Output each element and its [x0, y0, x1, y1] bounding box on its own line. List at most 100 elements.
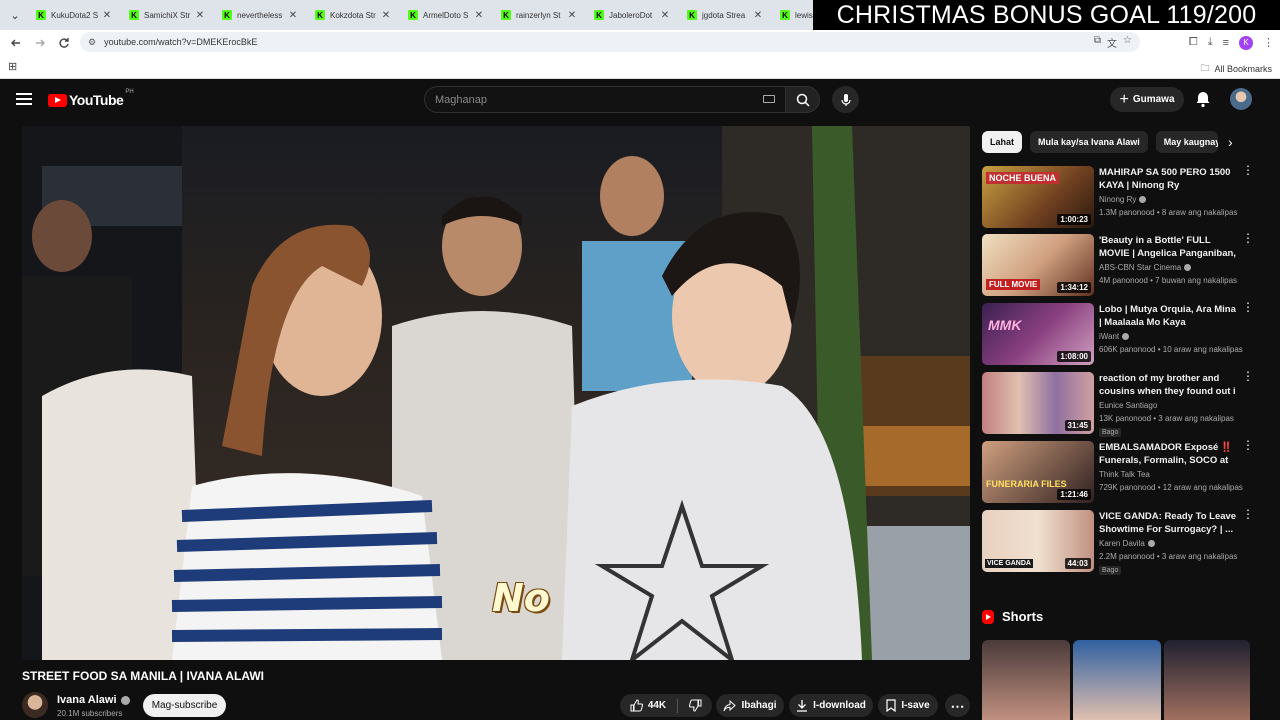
video-thumbnail[interactable]: VICE GANDA 44:03 — [982, 510, 1094, 572]
channel-name[interactable]: Think Talk Tea — [1099, 470, 1150, 479]
voice-search-button[interactable] — [832, 86, 859, 113]
browser-toolbar: ⚙ youtube.com/watch?v=DMEKErocBkE ⧉ 文 ☆ … — [0, 30, 1280, 55]
video-title[interactable]: Lobo | Mutya Orquia, Ara Mina | Maalaala… — [1099, 303, 1237, 329]
profile-avatar[interactable]: K — [1239, 35, 1253, 50]
channel-name[interactable]: Ninong Ry — [1099, 195, 1147, 204]
all-bookmarks-button[interactable]: 🗀 All Bookmarks — [1200, 61, 1272, 77]
subscribe-button[interactable]: Mag-subscribe — [143, 694, 226, 717]
close-icon[interactable]: ✕ — [473, 10, 485, 21]
recommended-video[interactable]: MMK 1:08:00 Lobo | Mutya Orquia, Ara Min… — [982, 301, 1272, 365]
all-bookmarks-label: All Bookmarks — [1214, 64, 1272, 74]
recommended-video[interactable]: NOCHE BUENA 1:00:23 MAHIRAP SA 500 PERO … — [982, 164, 1272, 228]
bookmark-icon — [886, 699, 896, 712]
channel-label: Eunice Santiago — [1099, 401, 1158, 410]
chip-from-channel[interactable]: Mula kay/sa Ivana Alawi — [1030, 131, 1148, 153]
chip-all[interactable]: Lahat — [982, 131, 1023, 153]
channel-name[interactable]: Karen Davila — [1099, 539, 1155, 548]
search-placeholder: Maghanap — [435, 93, 487, 106]
video-thumbnail[interactable]: FULL MOVIE 1:34:12 — [982, 234, 1094, 296]
recommended-video[interactable]: FUNERARIA FILES 1:21:46 EMBALSAMADOR Exp… — [982, 439, 1272, 503]
browser-tab[interactable]: K SamichiX Str ✕ — [119, 0, 212, 30]
kebab-menu-icon[interactable]: ⋮ — [1263, 36, 1274, 49]
media-icon[interactable]: ≡ — [1223, 37, 1229, 49]
download-button[interactable]: I-download — [789, 694, 873, 717]
apps-grid-icon[interactable]: ⊞ — [8, 60, 17, 73]
tab-search-icon[interactable]: ⌄ — [4, 4, 26, 26]
search-input[interactable]: Maghanap — [424, 86, 785, 113]
channel-name[interactable]: ABS-CBN Star Cinema — [1099, 263, 1192, 272]
browser-tab[interactable]: K Kokzdota Str ✕ — [305, 0, 398, 30]
video-title[interactable]: MAHIRAP SA 500 PERO 1500 KAYA | Ninong R… — [1099, 166, 1237, 192]
hamburger-menu-icon[interactable] — [16, 91, 32, 107]
notifications-bell-icon[interactable] — [1194, 90, 1212, 108]
kebab-menu-icon[interactable]: ⋮ — [1242, 370, 1254, 382]
save-button[interactable]: I-save — [878, 694, 938, 717]
close-icon[interactable]: ✕ — [101, 10, 113, 21]
browser-tab[interactable]: K ArmelDoto S ✕ — [398, 0, 491, 30]
forward-arrow-icon[interactable] — [28, 31, 52, 55]
channel-name[interactable]: iWant — [1099, 332, 1130, 341]
thumbs-down-icon[interactable] — [689, 699, 702, 712]
thumbnail-text: MMK — [988, 317, 1022, 333]
share-button[interactable]: Ibahagi — [716, 694, 784, 717]
close-icon[interactable]: ✕ — [566, 10, 578, 21]
chip-related[interactable]: May kaugnay — [1155, 131, 1218, 153]
more-actions-button[interactable]: ⋯ — [945, 694, 970, 717]
recommended-video[interactable]: VICE GANDA 44:03 VICE GANDA: Ready To Le… — [982, 508, 1272, 575]
short-thumbnail[interactable] — [1164, 640, 1250, 720]
search-button[interactable] — [785, 86, 820, 113]
address-bar[interactable]: ⚙ youtube.com/watch?v=DMEKErocBkE ⧉ 文 ☆ — [80, 32, 1140, 52]
download-icon[interactable]: ⤓ — [1208, 36, 1213, 49]
video-thumbnail[interactable]: MMK 1:08:00 — [982, 303, 1094, 365]
kick-favicon-icon: K — [129, 10, 139, 20]
browser-tab[interactable]: Kjgdota Strea ✕ — [677, 0, 770, 30]
video-thumbnail[interactable]: NOCHE BUENA 1:00:23 — [982, 166, 1094, 228]
channel-avatar[interactable] — [22, 692, 48, 718]
like-button[interactable]: 44K — [630, 699, 666, 712]
kebab-menu-icon[interactable]: ⋮ — [1242, 164, 1254, 176]
like-dislike-group: 44K — [620, 694, 712, 717]
new-badge: Bago — [1099, 566, 1122, 575]
close-icon[interactable]: ✕ — [194, 10, 206, 21]
video-thumbnail[interactable]: 31:45 — [982, 372, 1094, 434]
translate-icon[interactable]: 文 — [1107, 35, 1117, 50]
browser-tab[interactable]: Knevertheless ✕ — [212, 0, 305, 30]
short-thumbnail[interactable] — [1073, 640, 1161, 720]
kebab-menu-icon[interactable]: ⋮ — [1242, 232, 1254, 244]
account-avatar[interactable] — [1230, 88, 1252, 110]
back-arrow-icon[interactable] — [4, 31, 28, 55]
recommended-video[interactable]: FULL MOVIE 1:34:12 'Beauty in a Bottle' … — [982, 232, 1272, 296]
video-title[interactable]: reaction of my brother and cousins when … — [1099, 372, 1237, 398]
create-button[interactable]: + Gumawa — [1110, 87, 1184, 112]
keyboard-icon[interactable] — [763, 95, 775, 103]
site-info-icon[interactable]: ⚙ — [88, 37, 96, 48]
video-player[interactable]: No — [22, 126, 970, 660]
browser-tab[interactable]: Krainzerlyn St ✕ — [491, 0, 584, 30]
download-label: I-download — [813, 700, 866, 711]
video-thumbnail[interactable]: FUNERARIA FILES 1:21:46 — [982, 441, 1094, 503]
video-title[interactable]: VICE GANDA: Ready To Leave Showtime For … — [1099, 510, 1237, 536]
chevron-right-icon[interactable]: › — [1228, 134, 1233, 150]
browser-tab[interactable]: K JaboleroDot ✕ — [584, 0, 677, 30]
kebab-menu-icon[interactable]: ⋮ — [1242, 301, 1254, 313]
youtube-logo[interactable]: YouTube PH — [48, 89, 134, 108]
browser-tab[interactable]: K KukuDota2 S ✕ — [26, 0, 119, 30]
install-app-icon[interactable]: ⧉ — [1094, 35, 1101, 50]
channel-name[interactable]: Ivana Alawi — [57, 694, 130, 706]
close-icon[interactable]: ✕ — [287, 10, 299, 21]
recommended-video[interactable]: 31:45 reaction of my brother and cousins… — [982, 370, 1272, 437]
close-icon[interactable]: ✕ — [659, 10, 671, 21]
bookmark-star-icon[interactable]: ☆ — [1123, 35, 1132, 50]
shorts-section-header: Shorts — [982, 609, 1043, 624]
kebab-menu-icon[interactable]: ⋮ — [1242, 508, 1254, 520]
short-thumbnail[interactable] — [982, 640, 1070, 720]
close-icon[interactable]: ✕ — [752, 10, 764, 21]
video-title[interactable]: EMBALSAMADOR Exposé ‼️ Funerals, Formali… — [1099, 441, 1237, 467]
close-icon[interactable]: ✕ — [380, 10, 392, 21]
reload-icon[interactable] — [52, 31, 76, 55]
shorts-logo-icon — [982, 609, 994, 624]
channel-name[interactable]: Eunice Santiago — [1099, 401, 1157, 410]
kebab-menu-icon[interactable]: ⋮ — [1242, 439, 1254, 451]
extensions-icon[interactable]: ⧠ — [1189, 36, 1198, 49]
video-title[interactable]: 'Beauty in a Bottle' FULL MOVIE | Angeli… — [1099, 234, 1237, 260]
